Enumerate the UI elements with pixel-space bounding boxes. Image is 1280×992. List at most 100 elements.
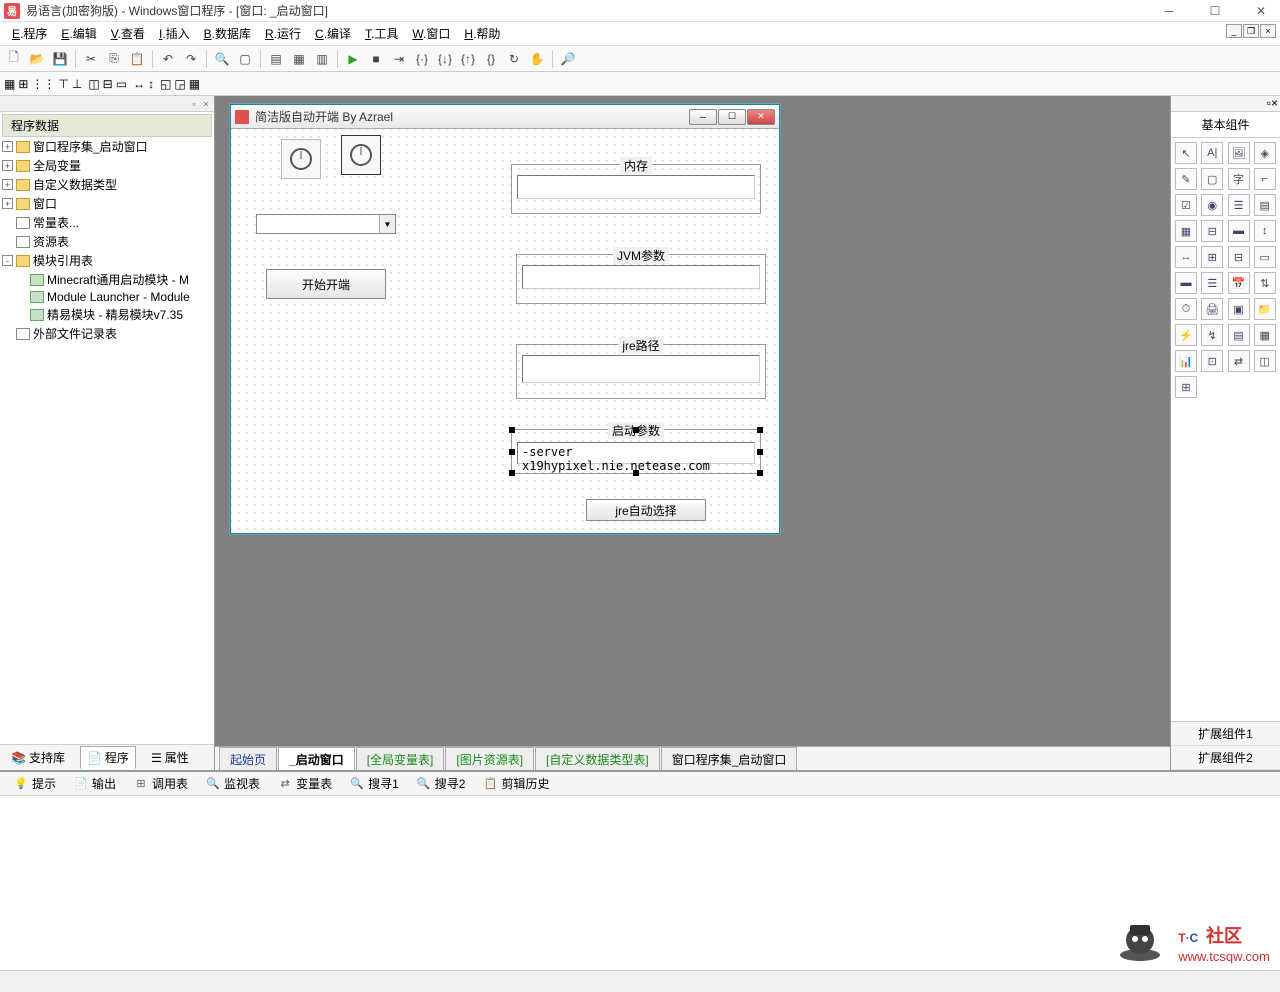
comp-check-icon[interactable]: ☑	[1175, 194, 1197, 216]
comp-image-icon[interactable]: 🖼	[1228, 142, 1250, 164]
comp-font-icon[interactable]: 字	[1228, 168, 1250, 190]
comp-pointer-icon[interactable]: ↖	[1175, 142, 1197, 164]
jre-input[interactable]	[522, 355, 760, 383]
bottom-tab-output[interactable]: 📄输出	[66, 773, 124, 794]
send-back-icon[interactable]: ◲	[174, 77, 185, 91]
tab-global-var[interactable]: [全局变量表]	[356, 747, 445, 770]
comp-db-icon[interactable]: ▤	[1228, 324, 1250, 346]
comp-extra-icon[interactable]: ⊞	[1175, 376, 1197, 398]
menu-window[interactable]: W.窗口	[406, 23, 456, 44]
comp-date-icon[interactable]: 📅	[1228, 272, 1250, 294]
groupbox-jre[interactable]: jre路径	[516, 344, 766, 399]
stepout-icon[interactable]: {↓}	[435, 49, 455, 69]
comp-hscroll-icon[interactable]: ↔	[1175, 246, 1197, 268]
tab-start-page[interactable]: 起始页	[219, 747, 277, 770]
undo-icon[interactable]: ↶	[158, 49, 178, 69]
launch-input[interactable]: -server x19hypixel.nie.netease.com	[517, 442, 755, 464]
stepinto-icon[interactable]: {↑}	[458, 49, 478, 69]
comp-list-icon[interactable]: ☰	[1228, 194, 1250, 216]
comp-chart-icon[interactable]: 📊	[1175, 350, 1197, 372]
menu-run[interactable]: R.运行	[259, 23, 307, 44]
new-icon[interactable]: 🗋	[4, 49, 24, 69]
comp-report-icon[interactable]: ▦	[1254, 324, 1276, 346]
bottom-tab-calltable[interactable]: ⊞调用表	[126, 773, 196, 794]
form-icon[interactable]: ▢	[235, 49, 255, 69]
mdi-minimize[interactable]: _	[1226, 24, 1242, 38]
run-icon[interactable]: ▶	[343, 49, 363, 69]
break-icon[interactable]: {}	[481, 49, 501, 69]
rp-close-icon[interactable]: ×	[1271, 96, 1278, 111]
comp-combo-icon[interactable]: ▤	[1254, 194, 1276, 216]
mdi-restore[interactable]: ❐	[1243, 24, 1259, 38]
timer-control-2[interactable]	[341, 135, 381, 175]
comp-grid-icon[interactable]: ▦	[1175, 220, 1197, 242]
tree-node[interactable]: +窗口程序集_启动窗口	[2, 137, 212, 156]
same-height-icon[interactable]: ⊟	[103, 77, 113, 91]
combobox-control[interactable]: ▼	[256, 214, 396, 234]
comp-progress-icon[interactable]: ▬	[1228, 220, 1250, 242]
panel-close-icon[interactable]: ×	[200, 98, 212, 110]
align-right-icon[interactable]: ⋮⋮	[31, 77, 55, 91]
view-icon[interactable]: ▥	[312, 49, 332, 69]
palette-ext1[interactable]: 扩展组件1	[1171, 722, 1280, 746]
project-tree[interactable]: 程序数据 +窗口程序集_启动窗口 +全局变量 +自定义数据类型 +窗口 常量表.…	[0, 112, 214, 744]
bottom-tab-search2[interactable]: 🔍搜寻2	[409, 773, 474, 794]
menu-compile[interactable]: C.编译	[309, 23, 357, 44]
align-left-icon[interactable]: ▦	[4, 77, 15, 91]
tab-support-lib[interactable]: 📚支持库	[4, 746, 72, 769]
comp-spin-icon[interactable]: ⇅	[1254, 272, 1276, 294]
paste-icon[interactable]: 📋	[127, 49, 147, 69]
align-center-icon[interactable]: ⊞	[18, 77, 28, 91]
groupbox-jvm[interactable]: JVM参数	[516, 254, 766, 304]
memory-input[interactable]	[517, 175, 755, 199]
hspace-icon[interactable]: ↔	[133, 77, 145, 91]
tree-node[interactable]: Module Launcher - Module	[2, 289, 212, 305]
tree-node[interactable]: +全局变量	[2, 156, 212, 175]
tab-property[interactable]: ☰属性	[144, 746, 196, 769]
tab-img-resource[interactable]: [图片资源表]	[445, 747, 534, 770]
comp-radio-icon[interactable]: ◉	[1201, 194, 1223, 216]
menu-edit[interactable]: E.编辑	[55, 23, 102, 44]
bottom-tab-cliphistory[interactable]: 📋剪辑历史	[475, 773, 557, 794]
comp-line-icon[interactable]: ⌐	[1254, 168, 1276, 190]
hand-icon[interactable]: ✋	[527, 49, 547, 69]
comp-socket-icon[interactable]: ⚡	[1175, 324, 1197, 346]
bottom-tab-hint[interactable]: 💡提示	[6, 773, 64, 794]
window-icon[interactable]: ▤	[266, 49, 286, 69]
menu-help[interactable]: H.帮助	[458, 23, 506, 44]
timer-control-1[interactable]	[281, 139, 321, 179]
comp-ole-icon[interactable]: ⊡	[1201, 350, 1223, 372]
jre-auto-button[interactable]: jre自动选择	[586, 499, 706, 521]
comp-file-icon[interactable]: 📁	[1254, 298, 1276, 320]
tree-node[interactable]: 精易模块 - 精易模块v7.35	[2, 305, 212, 324]
comp-toolbar-icon[interactable]: ▭	[1254, 246, 1276, 268]
comp-tab-icon[interactable]: ⊞	[1201, 246, 1223, 268]
comp-slider-icon[interactable]: ⊟	[1201, 220, 1223, 242]
comp-tree-icon[interactable]: ⊟	[1228, 246, 1250, 268]
menu-view[interactable]: V.查看	[105, 23, 151, 44]
tree-node[interactable]: Minecraft通用启动模块 - M	[2, 270, 212, 289]
comp-print-icon[interactable]: 🖨	[1201, 298, 1223, 320]
palette-ext2[interactable]: 扩展组件2	[1171, 746, 1280, 770]
comp-odbc-icon[interactable]: ◫	[1254, 350, 1276, 372]
bottom-tab-watch[interactable]: 🔍监视表	[198, 773, 268, 794]
comp-timer-icon[interactable]: ⏱	[1175, 298, 1197, 320]
same-width-icon[interactable]: ◫	[88, 77, 99, 91]
form-minimize[interactable]: ─	[689, 109, 717, 125]
comp-dde-icon[interactable]: ⇄	[1228, 350, 1250, 372]
comp-frame-icon[interactable]: ▢	[1201, 168, 1223, 190]
menu-insert[interactable]: I.插入	[153, 23, 196, 44]
comp-status-icon[interactable]: ▬	[1175, 272, 1197, 294]
output-area[interactable]: T·C 社区 www.tcsqw.com	[0, 796, 1280, 970]
cut-icon[interactable]: ✂	[81, 49, 101, 69]
menu-tools[interactable]: T.工具	[359, 23, 404, 44]
comp-menu-icon[interactable]: ☰	[1201, 272, 1223, 294]
align-bottom-icon[interactable]: ⊥	[72, 77, 82, 91]
continue-icon[interactable]: ↻	[504, 49, 524, 69]
tree-node[interactable]: -模块引用表	[2, 251, 212, 270]
align-top-icon[interactable]: ⊤	[58, 77, 68, 91]
tab-start-window[interactable]: _启动窗口	[278, 747, 355, 770]
design-canvas[interactable]: 简洁版自动开端 By Azrael ─ ☐ ✕ ▼ 开始开端	[215, 96, 1170, 770]
tab-custom-type[interactable]: [自定义数据类型表]	[535, 747, 660, 770]
open-icon[interactable]: 📂	[27, 49, 47, 69]
